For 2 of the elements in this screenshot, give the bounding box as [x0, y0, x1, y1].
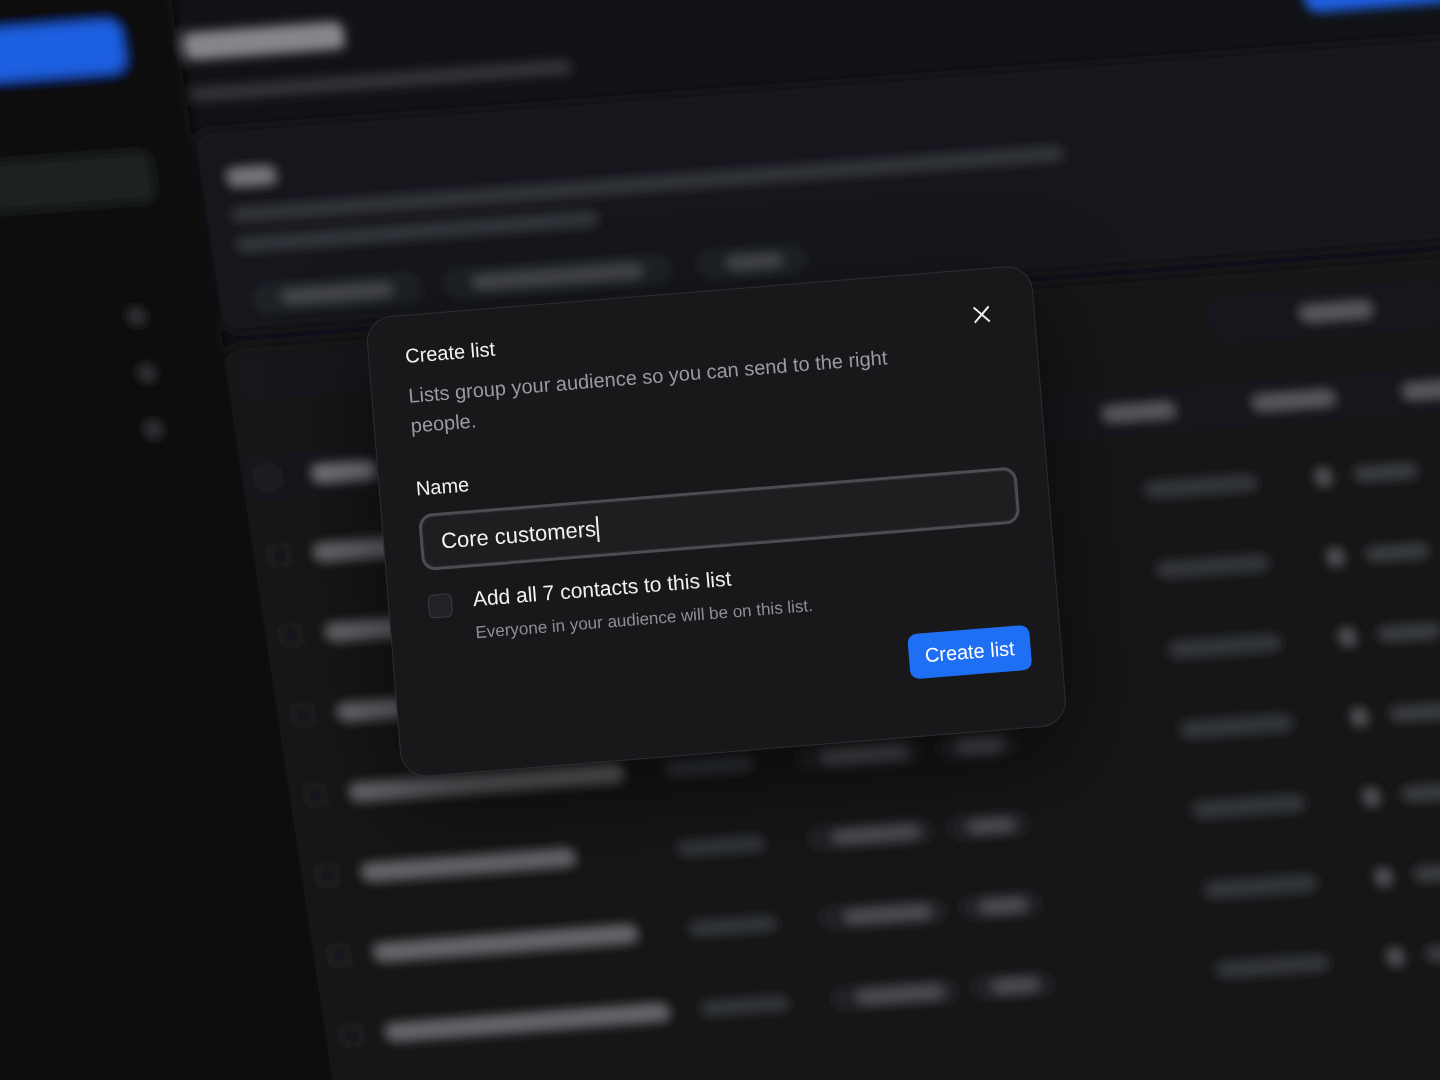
field-label: Name	[414, 472, 470, 501]
dialog-title: Create list	[404, 336, 496, 368]
